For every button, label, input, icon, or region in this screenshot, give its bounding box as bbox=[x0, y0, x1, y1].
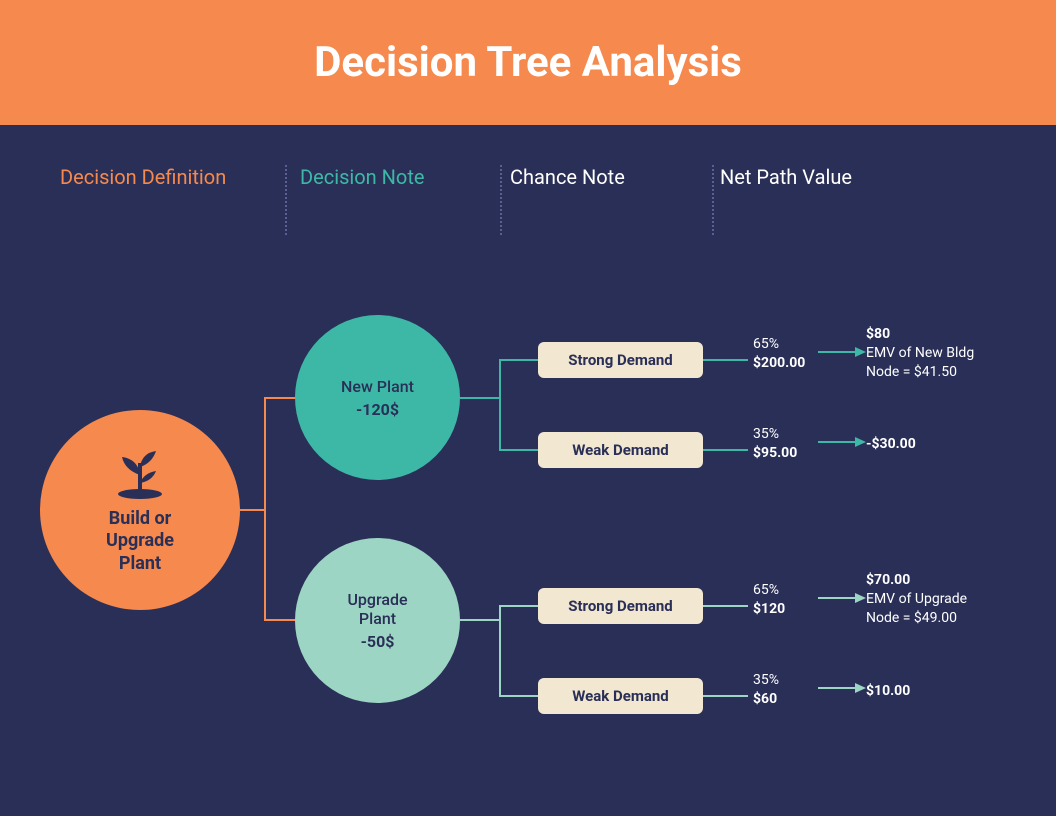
divider bbox=[500, 165, 502, 235]
net-primary: $70.00 bbox=[866, 571, 1026, 590]
chance-weak-demand-upg: Weak Demand bbox=[538, 678, 703, 714]
divider bbox=[285, 165, 287, 235]
decision-cost: -50$ bbox=[361, 632, 395, 651]
chance-pct: 65% bbox=[753, 581, 785, 600]
root-node: Build orUpgradePlant bbox=[40, 410, 240, 610]
chance-pct: 35% bbox=[753, 671, 779, 690]
chance-strong-demand-new: Strong Demand bbox=[538, 342, 703, 378]
col-net-path-value: Net Path Value bbox=[700, 165, 940, 189]
net-secondary: EMV of UpgradeNode = $49.00 bbox=[866, 590, 1026, 628]
chance-value: 65% $120 bbox=[753, 581, 785, 619]
chance-amt: $120 bbox=[753, 600, 785, 619]
page-title: Decision Tree Analysis bbox=[314, 38, 742, 87]
decision-new-plant: New Plant -120$ bbox=[295, 315, 460, 480]
column-headers: Decision Definition Decision Note Chance… bbox=[0, 165, 1056, 189]
col-decision-definition: Decision Definition bbox=[40, 165, 280, 189]
decision-tree: Build orUpgradePlant New Plant -120$ Upg… bbox=[40, 310, 1020, 780]
chance-strong-demand-upg: Strong Demand bbox=[538, 588, 703, 624]
net-path-value: $10.00 bbox=[866, 682, 1026, 701]
divider bbox=[712, 165, 714, 235]
chance-pct: 65% bbox=[753, 335, 805, 354]
net-path-value: -$30.00 bbox=[866, 435, 1026, 454]
chance-pct: 35% bbox=[753, 425, 797, 444]
net-primary: -$30.00 bbox=[866, 435, 1026, 454]
net-secondary: EMV of New BldgNode = $41.50 bbox=[866, 344, 1026, 382]
col-decision-note: Decision Note bbox=[280, 165, 490, 189]
root-label: Build orUpgradePlant bbox=[106, 508, 174, 576]
chance-amt: $200.00 bbox=[753, 354, 805, 373]
chance-value: 65% $200.00 bbox=[753, 335, 805, 373]
chance-weak-demand-new: Weak Demand bbox=[538, 432, 703, 468]
chance-amt: $95.00 bbox=[753, 444, 797, 463]
decision-name: New Plant bbox=[341, 377, 414, 396]
header-banner: Decision Tree Analysis bbox=[0, 0, 1056, 125]
net-primary: $80 bbox=[866, 325, 1026, 344]
chance-amt: $60 bbox=[753, 690, 779, 709]
net-primary: $10.00 bbox=[866, 682, 1026, 701]
chance-value: 35% $60 bbox=[753, 671, 779, 709]
plant-icon bbox=[110, 445, 170, 500]
decision-name: UpgradePlant bbox=[347, 590, 407, 628]
chance-value: 35% $95.00 bbox=[753, 425, 797, 463]
net-path-value: $80 EMV of New BldgNode = $41.50 bbox=[866, 325, 1026, 382]
decision-cost: -120$ bbox=[356, 400, 399, 419]
net-path-value: $70.00 EMV of UpgradeNode = $49.00 bbox=[866, 571, 1026, 628]
decision-upgrade-plant: UpgradePlant -50$ bbox=[295, 538, 460, 703]
col-chance-note: Chance Note bbox=[490, 165, 700, 189]
